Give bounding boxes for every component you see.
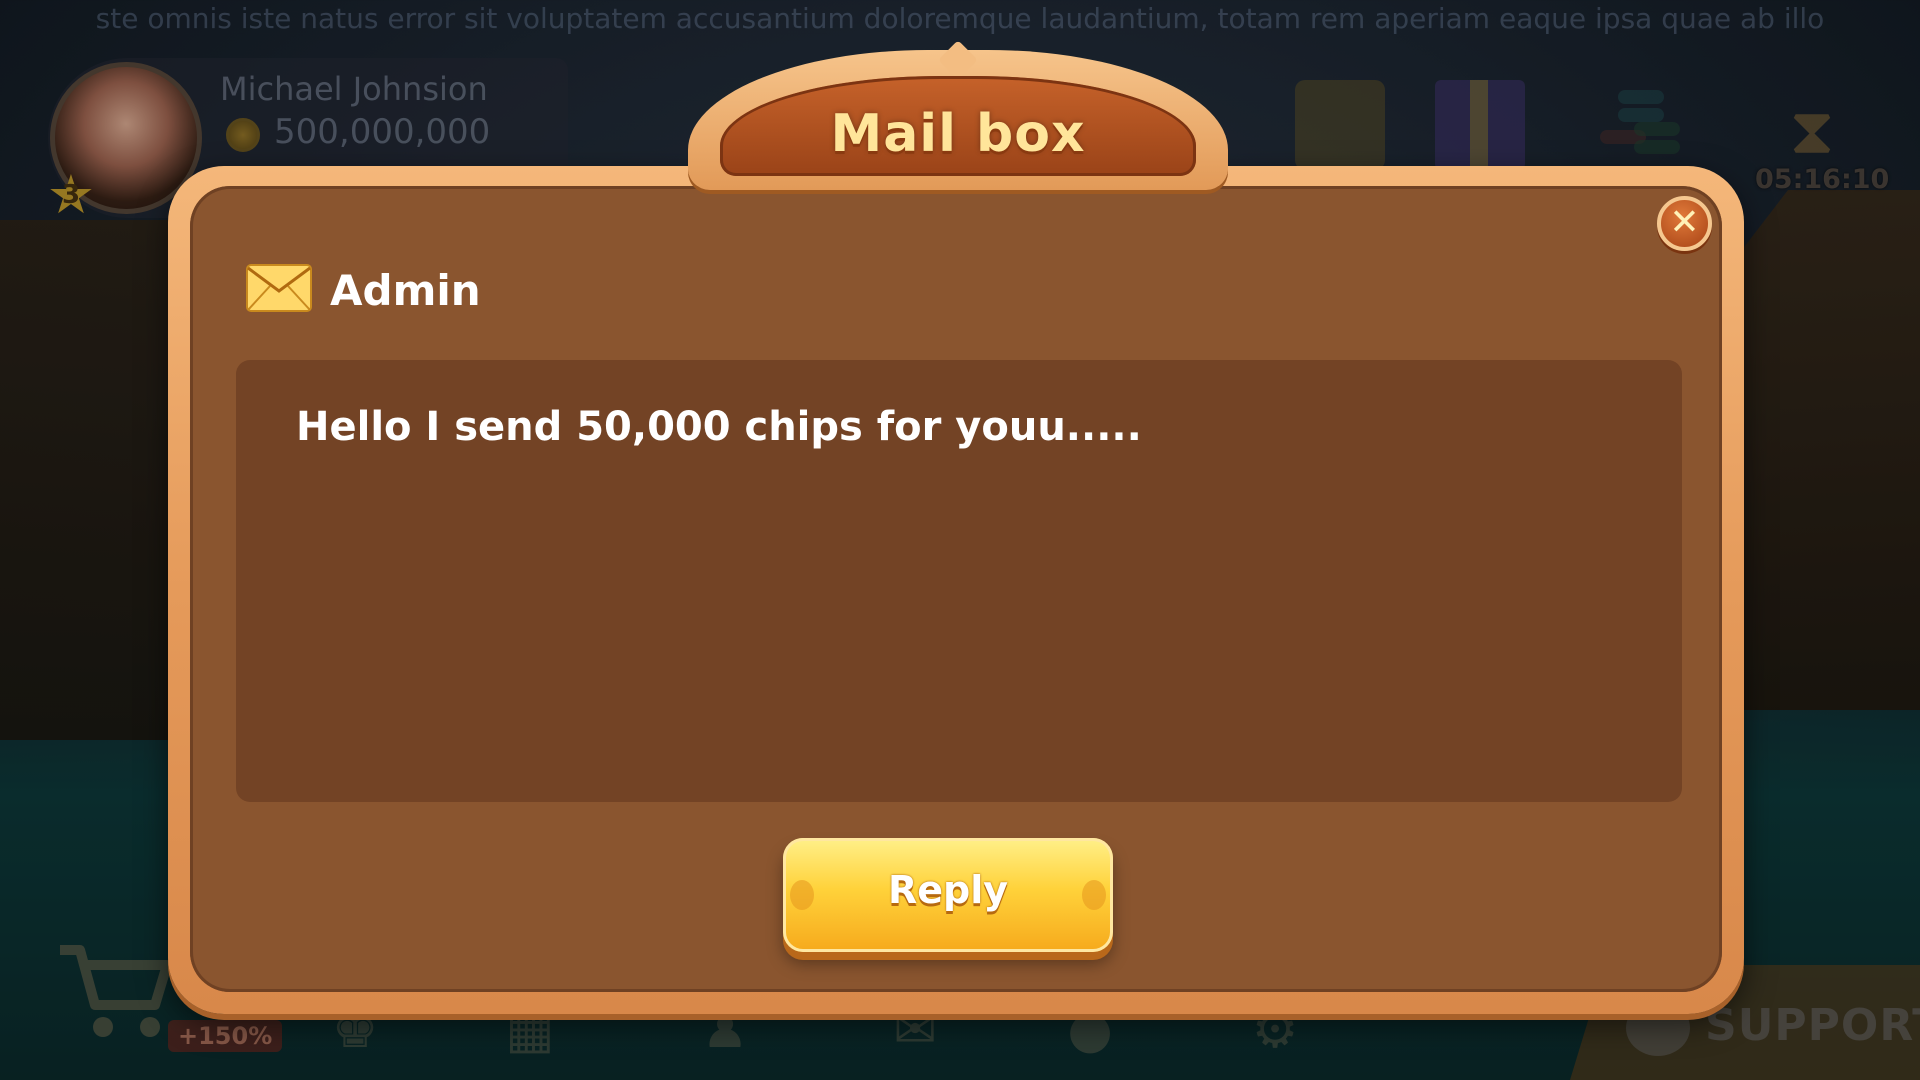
close-button[interactable]: ✕	[1657, 196, 1712, 251]
dialog-title: Mail box	[830, 104, 1086, 164]
mail-sender: Admin	[330, 266, 481, 315]
reply-label[interactable]: Reply	[783, 868, 1113, 912]
envelope-icon	[246, 264, 312, 312]
message-text: Hello I send 50,000 chips for youu.....	[296, 404, 1142, 450]
